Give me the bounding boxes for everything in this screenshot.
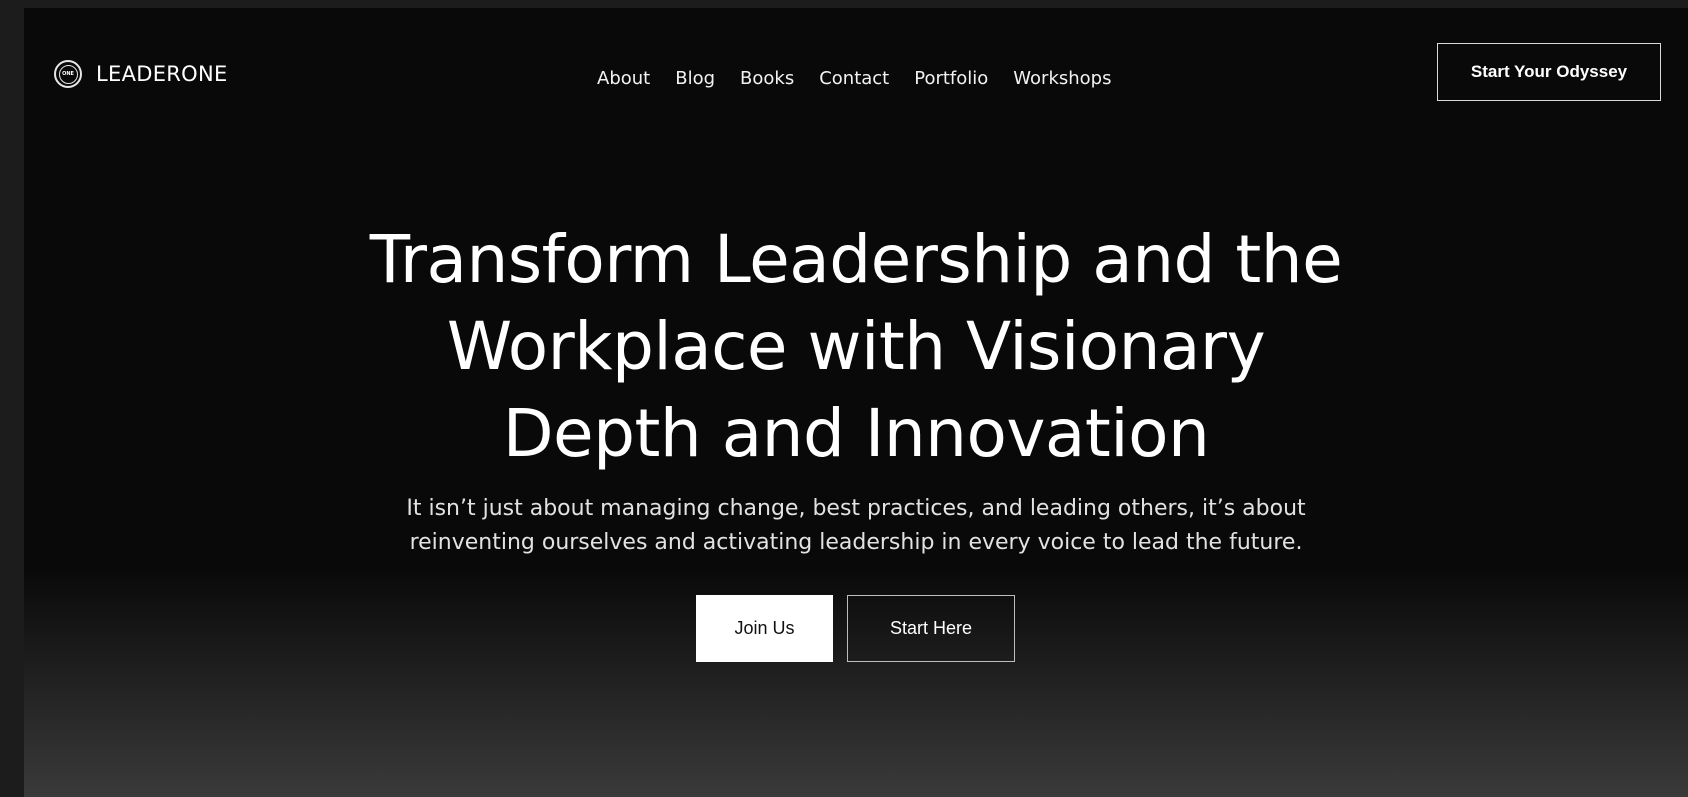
join-us-button[interactable]: Join Us [696, 595, 833, 662]
hero-buttons: Join Us Start Here [696, 595, 1015, 662]
start-here-button[interactable]: Start Here [847, 595, 1015, 662]
hero-subtitle-line-1: It isn’t just about managing change, bes… [406, 496, 1306, 521]
hero-subtitle-line-2: reinventing ourselves and activating lea… [409, 530, 1303, 555]
logo-text: LEADERONE [96, 62, 228, 86]
nav-item-portfolio[interactable]: Portfolio [914, 68, 988, 89]
hero-section: ONE LEADERONE About Blog Books Contact P… [24, 8, 1688, 797]
nav-item-workshops[interactable]: Workshops [1013, 68, 1111, 89]
hero-title-line-2: Workplace with Visionary [446, 308, 1266, 385]
nav-item-contact[interactable]: Contact [819, 68, 889, 89]
nav-item-about[interactable]: About [597, 68, 650, 89]
hero-title: Transform Leadership and the Workplace w… [256, 216, 1456, 477]
hero-subtitle: It isn’t just about managing change, bes… [356, 492, 1356, 560]
logo-icon: ONE [54, 60, 82, 88]
hero-title-line-1: Transform Leadership and the [369, 221, 1343, 298]
main-nav: About Blog Books Contact Portfolio Works… [597, 68, 1136, 89]
site-logo[interactable]: ONE LEADERONE [54, 60, 228, 88]
nav-item-blog[interactable]: Blog [675, 68, 715, 89]
start-odyssey-button[interactable]: Start Your Odyssey [1437, 43, 1661, 101]
logo-icon-text: ONE [58, 64, 78, 84]
hero-title-line-3: Depth and Innovation [502, 395, 1210, 472]
nav-item-books[interactable]: Books [740, 68, 794, 89]
